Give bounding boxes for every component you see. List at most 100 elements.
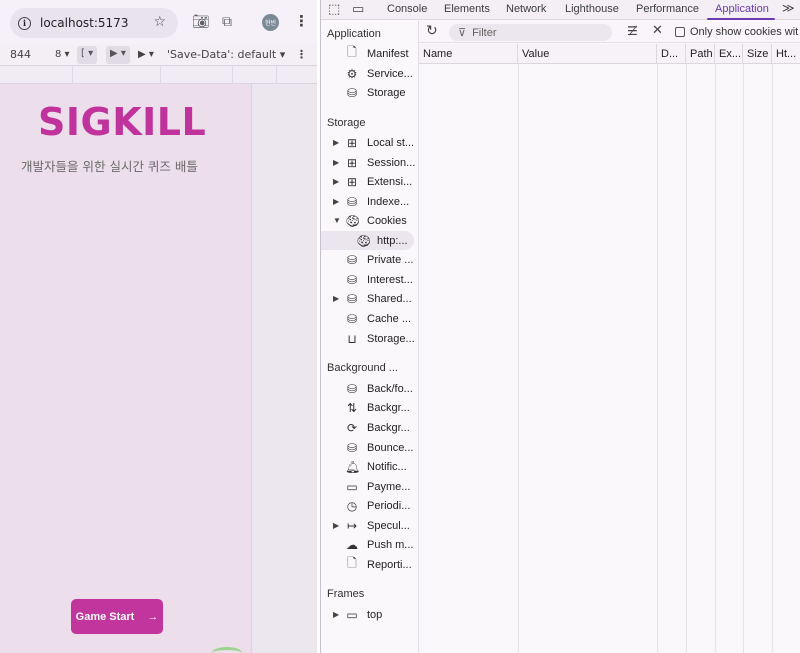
column-header-expires[interactable]: Ex... — [715, 44, 743, 64]
sidebar-item-speculative-loads[interactable]: ▶ ↦ Specul... — [321, 516, 419, 535]
column-header-path[interactable]: Path — [686, 44, 715, 64]
sidebar-item-label: Bounce... — [367, 441, 414, 454]
sidebar-item-cookies[interactable]: ▼ 🍪︎ Cookies — [321, 211, 419, 230]
device-dropdown-1[interactable]: 8 ▾ — [55, 49, 70, 60]
sidebar-item-shared-storage[interactable]: ▶ ⛁ Shared... — [321, 289, 419, 308]
game-start-button[interactable]: Game Start → — [71, 599, 163, 634]
refresh-icon[interactable]: ↻ — [426, 23, 438, 39]
column-header-value[interactable]: Value — [518, 44, 657, 64]
bookmark-star-icon[interactable]: ☆ — [153, 14, 166, 30]
sidebar-item-label: Periodi... — [367, 499, 411, 512]
database-icon: ⛁ — [346, 272, 358, 287]
only-show-issues-checkbox[interactable]: Only show cookies wit — [675, 26, 798, 38]
expand-caret-icon[interactable]: ▶ — [333, 177, 339, 186]
clear-all-cookies-icon[interactable]: ☰̸ — [627, 24, 638, 38]
sidebar-item-cache-storage[interactable]: ⛁ Cache ... — [321, 309, 419, 328]
sidebar-item-interest-groups[interactable]: ⛁ Interest... — [321, 270, 419, 289]
device-dropdown-4-label: ▶ — [138, 49, 146, 60]
ruler-tick — [232, 66, 233, 84]
save-data-dropdown[interactable]: 'Save-Data': default ▾ — [167, 48, 285, 61]
sidebar-item-manifest[interactable]: 🗋 Manifest — [321, 44, 419, 63]
sidebar-item-reporting-api[interactable]: 🗋 Reporti... — [321, 555, 419, 574]
address-bar[interactable]: i localhost:5173 ☆ — [10, 8, 178, 38]
device-toolbar-menu-icon[interactable]: ⋮ — [296, 48, 307, 61]
section-title-application: Application — [327, 28, 381, 40]
sidebar-item-payment-handler[interactable]: ▭ Payme... — [321, 477, 419, 496]
sidebar-item-back-forward-cache[interactable]: ⛁ Back/fo... — [321, 379, 419, 398]
column-header-name[interactable]: Name — [419, 44, 518, 64]
more-tabs-icon[interactable]: ≫ — [782, 1, 795, 15]
sidebar-item-push-messaging[interactable]: ☁ Push m... — [321, 535, 419, 554]
expand-caret-icon[interactable]: ▶ — [333, 610, 339, 619]
sidebar-item-storage-buckets[interactable]: ⊔ Storage... — [321, 329, 419, 348]
database-icon: ⛁ — [346, 311, 358, 326]
inspect-element-icon[interactable]: ⬚ — [328, 2, 340, 17]
sidebar-item-label: Service... — [367, 67, 413, 80]
filter-input[interactable] — [472, 26, 603, 39]
page-viewport: SIGKILL 개발자들을 위한 실시간 퀴즈 배틀 Game Start → — [0, 84, 252, 653]
sidebar-item-label: Manifest — [367, 47, 409, 60]
device-dropdown-1-label: 8 — [55, 49, 62, 60]
collapse-caret-icon[interactable]: ▼ — [333, 216, 341, 225]
extensions-icon[interactable]: ⧉ — [222, 14, 232, 30]
sidebar-item-label: Payme... — [367, 480, 411, 493]
save-data-label: 'Save-Data': default — [167, 48, 277, 61]
tab-console[interactable]: Console — [387, 3, 427, 15]
column-header-httponly[interactable]: Ht... — [772, 44, 800, 64]
sidebar-item-label: Specul... — [367, 519, 410, 532]
tab-network[interactable]: Network — [506, 3, 546, 15]
devtools-panel: ⬚ ▭ Console Elements Network Lighthouse … — [320, 0, 800, 653]
sidebar-item-background-fetch[interactable]: ⇅ Backgr... — [321, 398, 419, 417]
device-dropdown-4[interactable]: ▶ ▾ — [138, 49, 154, 60]
sidebar-item-label: Storage... — [367, 332, 415, 345]
sidebar-item-label: http:... — [377, 234, 408, 247]
device-dropdown-3[interactable]: ▶ ▾ — [106, 46, 130, 64]
device-dropdown-2-label: [ — [81, 48, 85, 59]
delete-selected-icon[interactable]: ✕ — [652, 23, 663, 38]
sidebar-item-session-storage[interactable]: ▶ ⊞ Session... — [321, 153, 419, 172]
sidebar-item-background-sync[interactable]: ⟳ Backgr... — [321, 418, 419, 437]
expand-caret-icon[interactable]: ▶ — [333, 521, 339, 530]
sidebar-item-indexeddb[interactable]: ▶ ⛁ Indexe... — [321, 192, 419, 211]
device-toggle-icon[interactable]: ▭ — [352, 2, 364, 17]
viewport-width[interactable]: 844 — [10, 48, 31, 61]
expand-caret-icon[interactable]: ▶ — [333, 197, 339, 206]
column-header-size[interactable]: Size — [743, 44, 772, 64]
tab-application[interactable]: Application — [715, 3, 769, 15]
site-info-icon[interactable]: i — [18, 16, 31, 30]
expand-caret-icon[interactable]: ▶ — [333, 294, 339, 303]
expand-caret-icon[interactable]: ▶ — [333, 138, 339, 147]
checkbox-box[interactable] — [675, 27, 685, 37]
expand-caret-icon[interactable]: ▶ — [333, 158, 339, 167]
database-icon: ⛁ — [346, 291, 358, 306]
table-icon: ⊞ — [346, 174, 358, 189]
sidebar-item-bounce-tracking[interactable]: ⛁ Bounce... — [321, 438, 419, 457]
column-divider — [715, 64, 716, 653]
column-header-domain[interactable]: D... — [657, 44, 686, 64]
section-title-background-services: Background ... — [327, 362, 398, 374]
profile-avatar[interactable]: 현빈 — [262, 14, 279, 31]
sidebar-item-local-storage[interactable]: ▶ ⊞ Local st... — [321, 133, 419, 152]
device-dropdown-2[interactable]: [ ▾ — [77, 46, 98, 64]
ruler-tick — [160, 66, 161, 84]
filter-field[interactable]: ⊽ — [449, 24, 612, 41]
column-divider — [518, 64, 519, 653]
browser-menu-icon[interactable]: ⋮ — [294, 12, 309, 30]
sidebar-item-storage-overview[interactable]: ⛁ Storage — [321, 83, 419, 102]
tab-elements[interactable]: Elements — [444, 3, 490, 15]
tab-performance[interactable]: Performance — [636, 3, 699, 15]
sidebar-item-notifications[interactable]: 🔔︎ Notific... — [321, 457, 419, 476]
sidebar-item-service-workers[interactable]: ⚙ Service... — [321, 64, 419, 83]
column-divider — [772, 64, 773, 653]
active-tab-indicator — [707, 18, 775, 20]
tab-lighthouse[interactable]: Lighthouse — [565, 3, 619, 15]
sidebar-item-private-state-tokens[interactable]: ⛁ Private ... — [321, 250, 419, 269]
sidebar-item-frame-top[interactable]: ▶ ▭ top — [321, 605, 419, 624]
bell-icon: 🔔︎ — [345, 459, 361, 474]
screenshot-icon[interactable]: 📷︎ — [192, 14, 210, 30]
sidebar-item-periodic-sync[interactable]: ◷ Periodi... — [321, 496, 419, 515]
sidebar-item-cookie-origin[interactable]: 🍪︎ http:... — [321, 231, 414, 250]
sidebar-item-extension-storage[interactable]: ▶ ⊞ Extensi... — [321, 172, 419, 191]
address-url[interactable]: localhost:5173 — [40, 16, 128, 30]
credit-card-icon: ▭ — [346, 479, 358, 494]
